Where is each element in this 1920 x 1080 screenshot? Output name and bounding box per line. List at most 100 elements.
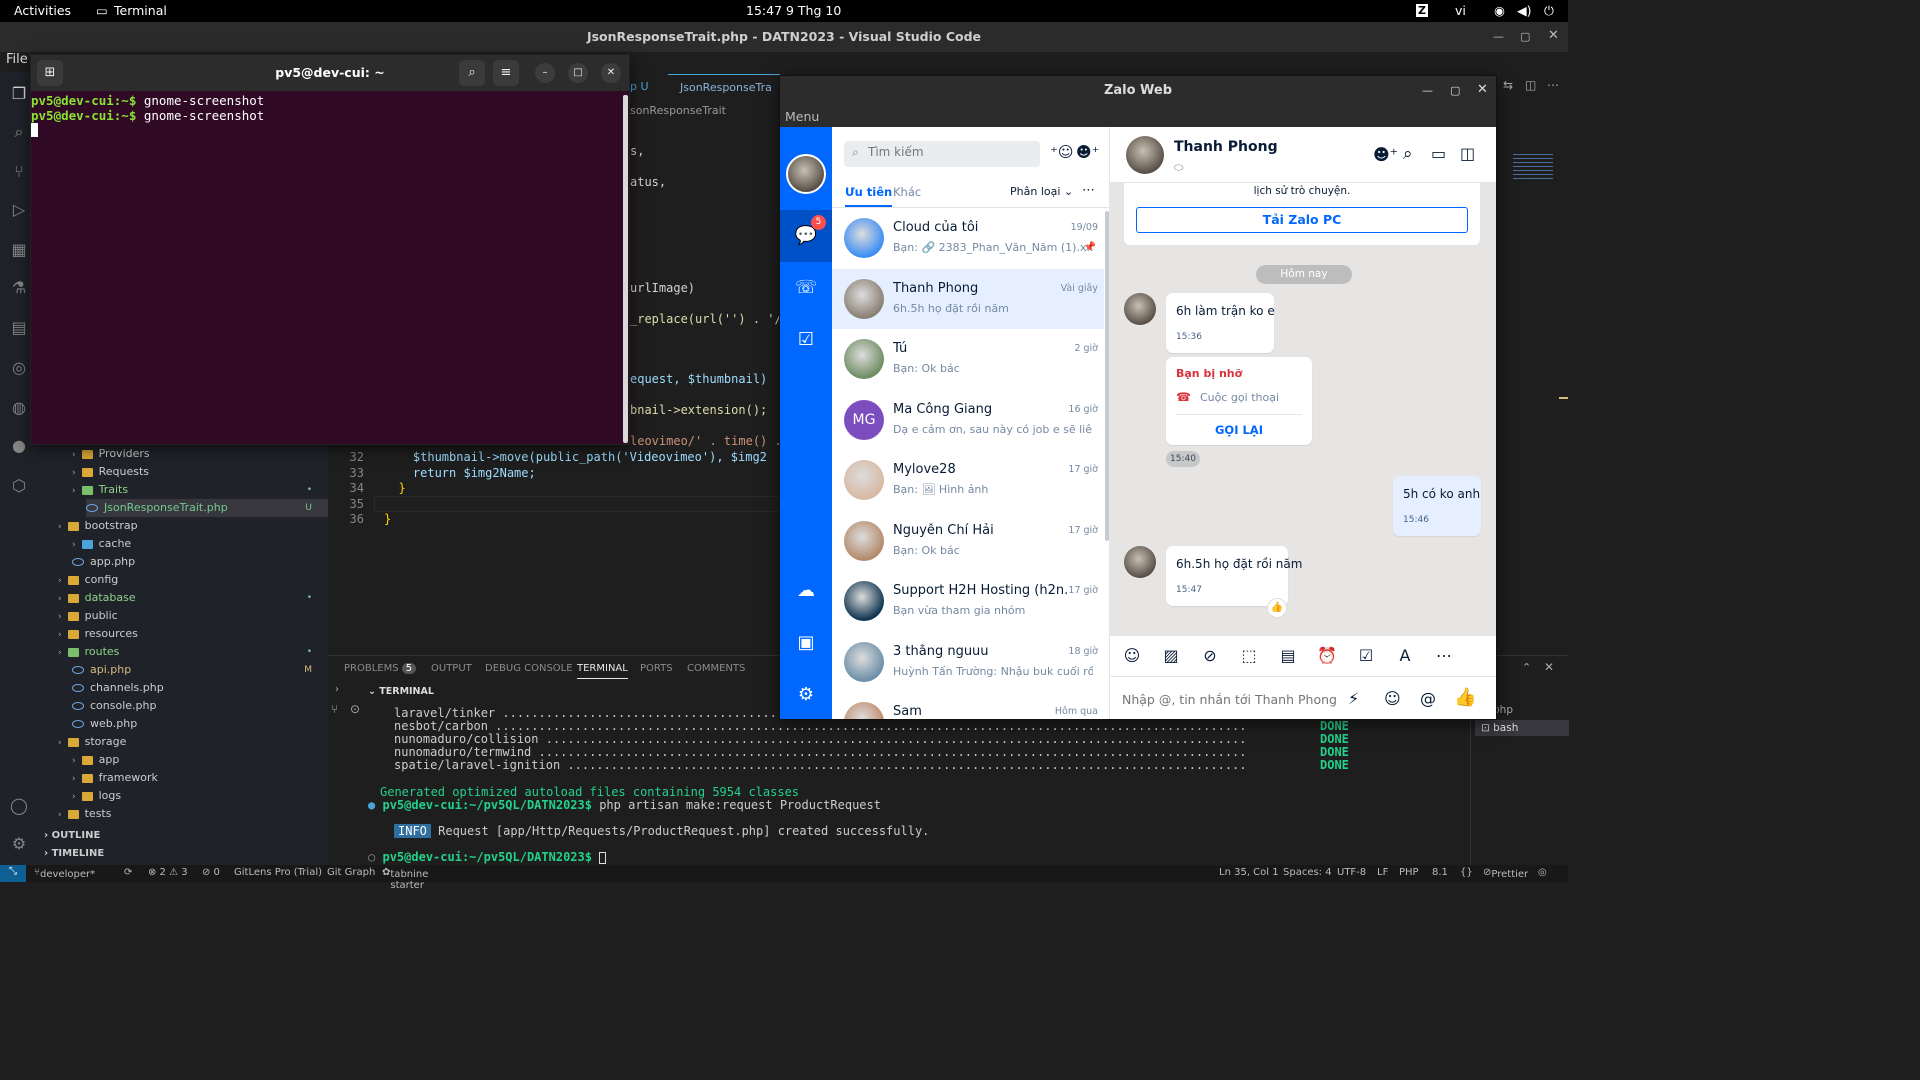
conversation-item[interactable]: MG Ma Công Giang Dạ e cảm ơn, sau này có j…: [832, 390, 1104, 450]
filter-dropdown[interactable]: Phân loại ⌄: [1010, 185, 1073, 198]
conversation-item[interactable]: Support H2H Hosting (h2n.... Bạn vừa tham…: [832, 571, 1104, 631]
terminal-list-item-active[interactable]: ⊡ bash: [1481, 722, 1518, 734]
tab-output[interactable]: OUTPUT: [431, 663, 472, 674]
explorer-item[interactable]: › database •: [58, 589, 328, 607]
conversation-info-icon[interactable]: ◫: [1460, 144, 1475, 163]
clock[interactable]: 15:47 9 Thg 10: [746, 3, 841, 18]
github-icon[interactable]: ●: [9, 436, 29, 456]
tab-priority[interactable]: Ưu tiên: [845, 185, 893, 207]
sync-icon[interactable]: ⟳: [124, 867, 132, 878]
testing-icon[interactable]: ⚗: [9, 278, 29, 298]
hamburger-menu-icon[interactable]: ≡: [493, 60, 519, 86]
explorer-item[interactable]: api.php M: [72, 661, 328, 679]
run-debug-icon[interactable]: ▷: [9, 200, 29, 220]
my-message-bubble[interactable]: 5h có ko anh 15:46: [1393, 476, 1481, 536]
explorer-item[interactable]: JsonResponseTrait.php U: [86, 499, 328, 517]
pin-icon[interactable]: ⊙: [350, 702, 360, 716]
message-bubble[interactable]: 6h.5h họ đặt rồi năm 15:47: [1166, 546, 1302, 606]
wifi-icon[interactable]: ◉: [1494, 3, 1505, 18]
minimap[interactable]: ⇆ ◫ ⋯: [1497, 72, 1568, 655]
editor-tab-active[interactable]: JsonResponseTra: [668, 74, 780, 100]
maximize-icon[interactable]: □: [568, 63, 588, 83]
explorer-item[interactable]: web.php: [72, 715, 328, 733]
create-group-icon[interactable]: ☻⁺: [1076, 143, 1100, 161]
conversation-item[interactable]: Sam Hôm qua: [832, 692, 1104, 719]
search-icon[interactable]: ⌕: [459, 60, 485, 86]
cursor-position[interactable]: Ln 35, Col 1: [1219, 867, 1279, 878]
remote-explorer-icon[interactable]: ▤: [9, 318, 29, 338]
tab-other[interactable]: Khác: [893, 185, 921, 199]
like-reaction-icon[interactable]: 👍: [1267, 598, 1287, 618]
close-panel-icon[interactable]: ✕: [1544, 660, 1554, 674]
search-messages-icon[interactable]: ⌕: [1403, 144, 1413, 164]
explorer-item[interactable]: › cache: [72, 535, 328, 553]
power-icon[interactable]: ⏻: [1544, 3, 1554, 19]
indentation[interactable]: Spaces: 4: [1283, 867, 1332, 878]
explorer-item[interactable]: › Traits •: [72, 481, 328, 499]
zalo-tray-icon[interactable]: Z: [1416, 4, 1428, 17]
language-indicator[interactable]: vi: [1455, 3, 1466, 18]
explorer-icon[interactable]: ❐: [9, 84, 29, 104]
cloud-icon[interactable]: ☁: [780, 565, 832, 617]
extensions-icon[interactable]: ▦: [9, 240, 29, 260]
expand-chevron-icon[interactable]: ›: [335, 684, 339, 695]
zalo-minimize-icon[interactable]: —: [1422, 84, 1433, 97]
contact-card-icon[interactable]: ▤: [1278, 646, 1298, 666]
list-scrollbar[interactable]: [1105, 211, 1109, 541]
language-mode[interactable]: PHP: [1399, 867, 1419, 878]
tab-problems[interactable]: PROBLEMS 5: [344, 663, 417, 674]
explorer-item[interactable]: › public: [58, 607, 328, 625]
text-format-icon[interactable]: A: [1395, 646, 1415, 666]
compare-icon[interactable]: ⇆: [1503, 78, 1513, 92]
conversation-item[interactable]: 3 thằng nguuu Huỳnh Tấn Trường: Nhậu buk …: [832, 632, 1104, 692]
conversation-item[interactable]: Mylove28 Bạn: 🖼 Hình ảnh 17 giờ: [832, 450, 1104, 510]
explorer-item[interactable]: › bootstrap: [58, 517, 328, 535]
breadcrumb[interactable]: sonResponseTrait: [630, 104, 726, 117]
gitlens-icon[interactable]: ◎: [9, 358, 29, 378]
branch-icon[interactable]: ⑂: [331, 702, 338, 716]
activities-button[interactable]: Activities: [14, 3, 71, 18]
conversation-item[interactable]: Thanh Phong 6h.5h họ đặt rồi năm Vài giây: [832, 268, 1104, 329]
vscode-maximize-icon[interactable]: ▢: [1520, 30, 1530, 43]
split-editor-icon[interactable]: ◫: [1525, 78, 1536, 92]
contact-name[interactable]: Thanh Phong: [1174, 139, 1278, 155]
more-actions-icon[interactable]: ⋯: [1547, 78, 1559, 92]
quick-message-icon[interactable]: ⚡: [1348, 689, 1359, 708]
todo-icon[interactable]: ☑: [780, 314, 832, 366]
outline-section[interactable]: › OUTLINE: [44, 830, 100, 841]
zalo-maximize-icon[interactable]: ▢: [1450, 84, 1460, 97]
encoding[interactable]: UTF-8: [1337, 867, 1366, 878]
eol[interactable]: LF: [1377, 867, 1388, 878]
pin-icon[interactable]: 📌: [1084, 242, 1096, 253]
toolbox-icon[interactable]: ▣: [780, 617, 832, 669]
reminder-icon[interactable]: ⏰: [1317, 646, 1337, 666]
search-input[interactable]: [868, 145, 1034, 159]
close-icon[interactable]: ✕: [601, 63, 621, 83]
conversation-item[interactable]: Tú Bạn: Ok bác 2 giờ: [832, 329, 1104, 389]
tab-ports[interactable]: PORTS: [640, 663, 673, 674]
mention-icon[interactable]: @: [1420, 689, 1436, 708]
call-back-button[interactable]: GỌI LẠI: [1166, 423, 1312, 437]
terminal-scrollbar[interactable]: [623, 95, 628, 443]
maximize-panel-icon[interactable]: ⌃: [1522, 661, 1531, 674]
git-branch[interactable]: ⑂ developer*: [34, 867, 95, 880]
explorer-item[interactable]: console.php: [72, 697, 328, 715]
sender-avatar[interactable]: [1124, 546, 1156, 578]
message-input[interactable]: [1122, 692, 1342, 707]
settings-gear-icon[interactable]: ⚙: [9, 834, 29, 854]
git-graph-icon[interactable]: ◍: [9, 398, 29, 418]
missed-call-card[interactable]: Bạn bị nhỡ ☎ Cuộc gọi thoại GỌI LẠI: [1166, 357, 1312, 445]
account-icon[interactable]: ◯: [9, 796, 29, 816]
attachment-icon[interactable]: ⊘: [1200, 646, 1220, 666]
zalo-menu-bar[interactable]: Menu: [780, 106, 1496, 127]
conversation-item[interactable]: Nguyễn Chí Hải Bạn: Ok bác 17 giờ: [832, 511, 1104, 571]
conversation-item[interactable]: Cloud của tôi Bạn: 🔗 2383_Phan_Văn_Năm (1…: [832, 208, 1104, 268]
send-like-icon[interactable]: 👍: [1454, 687, 1476, 708]
gitlens-status[interactable]: GitLens Pro (Trial): [234, 867, 322, 878]
app-menu[interactable]: Terminal: [114, 3, 167, 18]
tabnine-icon[interactable]: ⬡: [9, 476, 29, 496]
problems-status[interactable]: ⊗ 2 ⚠ 3: [148, 867, 188, 878]
contacts-icon[interactable]: ☏: [780, 262, 832, 314]
video-call-icon[interactable]: ▭: [1431, 144, 1446, 163]
message-bubble[interactable]: 6h làm trận ko e 15:36: [1166, 293, 1275, 353]
